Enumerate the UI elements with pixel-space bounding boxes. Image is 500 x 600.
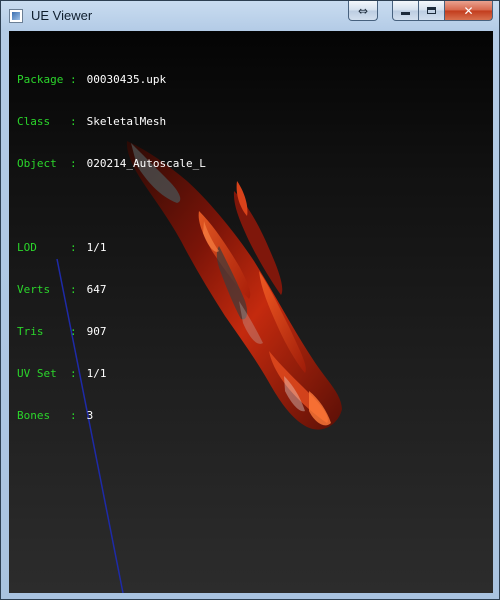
- info-row-object: Object : 020214_Autoscale_L: [17, 157, 206, 171]
- info-label: Tris :: [17, 325, 77, 338]
- close-icon: ✕: [463, 3, 474, 18]
- info-row-class: Class : SkeletalMesh: [17, 115, 206, 129]
- info-label: Class :: [17, 115, 77, 128]
- info-label: Verts :: [17, 283, 77, 296]
- info-row-bones: Bones : 3: [17, 409, 206, 423]
- info-label: Object :: [17, 157, 77, 170]
- title-bar[interactable]: UE Viewer ⇔ ✕: [1, 1, 499, 31]
- info-row-package: Package : 00030435.upk: [17, 73, 206, 87]
- app-icon: [9, 9, 23, 23]
- info-row-verts: Verts : 647: [17, 283, 206, 297]
- info-value: 907: [86, 325, 107, 338]
- app-window: UE Viewer ⇔ ✕ Package: 00030435.upk Cla…: [0, 0, 500, 600]
- info-value: 00030435.upk: [86, 73, 167, 86]
- toggle-fullscreen-button[interactable]: ⇔: [348, 1, 378, 21]
- minimize-button[interactable]: [392, 1, 419, 21]
- info-label: LOD :: [17, 241, 77, 254]
- maximize-button[interactable]: [419, 1, 445, 21]
- info-value: 1/1: [86, 241, 107, 254]
- info-value: 020214_Autoscale_L: [86, 157, 206, 170]
- info-value: 1/1: [86, 367, 107, 380]
- maximize-icon: [427, 7, 436, 14]
- close-button[interactable]: ✕: [445, 1, 493, 21]
- info-value: 647: [86, 283, 107, 296]
- info-row-uvset: UV Set : 1/1: [17, 367, 206, 381]
- info-row-tris: Tris : 907: [17, 325, 206, 339]
- double-arrow-icon: ⇔: [357, 3, 369, 18]
- mesh-info-overlay: Package : 00030435.upk Class : SkeletalM…: [17, 45, 206, 451]
- info-label: Bones :: [17, 409, 77, 422]
- 3d-viewport[interactable]: Package : 00030435.upk Class : SkeletalM…: [9, 31, 493, 593]
- info-label: UV Set :: [17, 367, 77, 380]
- window-title: UE Viewer: [31, 8, 93, 23]
- info-label: Package :: [17, 73, 77, 86]
- info-value: 3: [86, 409, 94, 422]
- info-value: SkeletalMesh: [86, 115, 167, 128]
- minimize-icon: [401, 12, 410, 15]
- info-row-lod: LOD : 1/1: [17, 241, 206, 255]
